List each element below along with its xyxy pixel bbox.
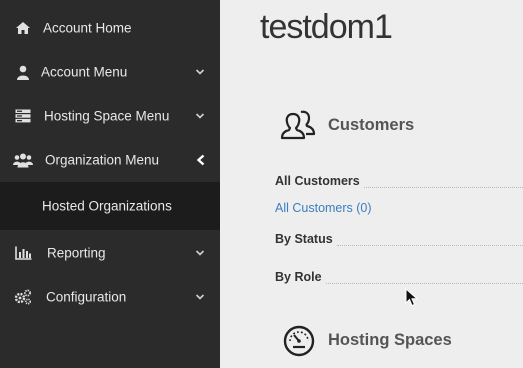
group-all-customers: All Customers [275, 170, 523, 188]
sidebar-item-organization-menu[interactable]: Organization Menu [0, 138, 220, 182]
dashboard-gauge-icon [283, 325, 315, 357]
group-label: All Customers [275, 174, 360, 188]
all-customers-link[interactable]: All Customers (0) [275, 201, 372, 215]
chevron-left-icon [196, 154, 205, 166]
page-title: testdom1 [260, 8, 393, 46]
sidebar-item-account-home[interactable]: Account Home [0, 6, 220, 50]
organization-submenu: Hosted Organizations [0, 182, 220, 230]
sidebar-item-label: Organization Menu [45, 152, 160, 168]
sidebar-item-label: Hosting Space Menu [44, 108, 170, 124]
gears-icon [14, 289, 32, 305]
chevron-down-icon [195, 294, 205, 300]
users-icon [13, 152, 33, 168]
bar-chart-icon [14, 245, 32, 261]
group-by-role: By Role [275, 266, 523, 284]
user-icon [14, 64, 32, 80]
section-title-customers: Customers [328, 116, 415, 134]
divider [336, 234, 523, 246]
server-icon [14, 108, 32, 124]
sidebar-item-hosting-space-menu[interactable]: Hosting Space Menu [0, 94, 220, 138]
main-content: testdom1 Customers All Customers All Cus… [220, 0, 523, 368]
home-icon [14, 20, 32, 36]
section-title-hosting-spaces: Hosting Spaces [328, 331, 452, 349]
sidebar-item-reporting[interactable]: Reporting [0, 231, 220, 275]
mouse-cursor-icon [405, 288, 419, 307]
sidebar-item-account-menu[interactable]: Account Menu [0, 50, 220, 94]
chevron-down-icon [195, 113, 205, 119]
chevron-down-icon [195, 250, 205, 256]
divider [325, 272, 523, 284]
group-label: By Role [275, 270, 322, 284]
divider [363, 176, 523, 188]
group-label: By Status [275, 232, 333, 246]
sidebar-item-label: Account Home [43, 20, 132, 36]
chevron-down-icon [195, 69, 205, 75]
sidebar-item-configuration[interactable]: Configuration [0, 275, 220, 319]
sidebar-item-label: Configuration [46, 289, 127, 305]
submenu-item-hosted-organizations[interactable]: Hosted Organizations [42, 199, 172, 214]
group-by-status: By Status [275, 228, 523, 246]
sidebar-item-label: Account Menu [41, 64, 128, 80]
sidebar-item-label: Reporting [47, 245, 106, 261]
sidebar: Account Home Account Menu Hosting Space … [0, 0, 220, 368]
customers-icon [280, 110, 316, 140]
